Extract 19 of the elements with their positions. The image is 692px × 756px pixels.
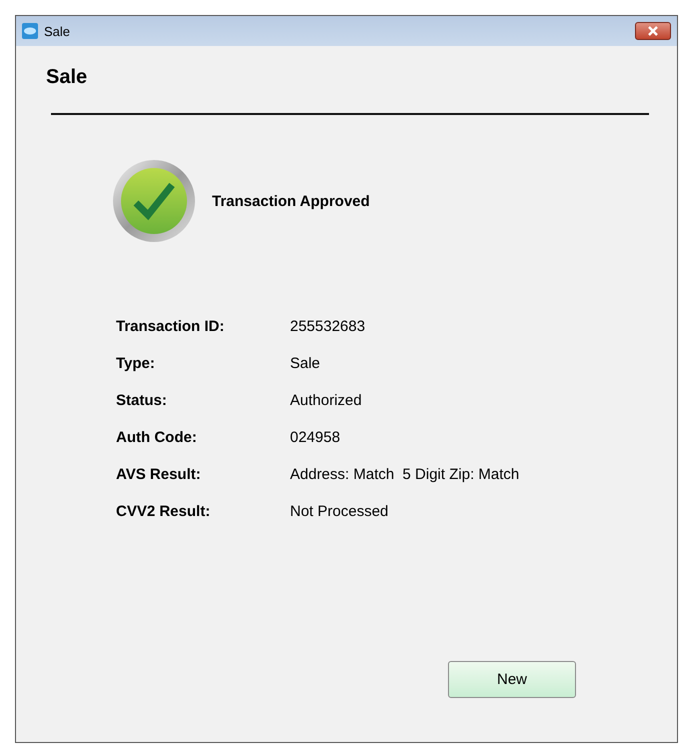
result-message: Transaction Approved <box>212 192 370 210</box>
detail-label: AVS Result: <box>116 465 202 484</box>
detail-label: Transaction ID: <box>116 317 226 336</box>
detail-label: Auth Code: <box>116 428 198 447</box>
detail-label: Status: <box>116 391 168 410</box>
detail-value: Authorized <box>290 391 363 410</box>
detail-value: Address: Match 5 Digit Zip: Match <box>290 465 520 484</box>
page-heading: Sale <box>46 66 88 89</box>
detail-label: Type: <box>116 354 156 373</box>
close-icon <box>647 26 659 36</box>
new-button[interactable]: New <box>448 661 576 698</box>
close-button[interactable] <box>635 22 671 40</box>
detail-value: Sale <box>290 354 322 373</box>
detail-label: CVV2 Result: <box>116 502 212 521</box>
window-title: Sale <box>44 24 72 38</box>
detail-value: Not Processed <box>290 502 390 521</box>
detail-value: 255532683 <box>290 317 366 336</box>
detail-value: 024958 <box>290 428 342 447</box>
app-icon <box>22 23 38 39</box>
